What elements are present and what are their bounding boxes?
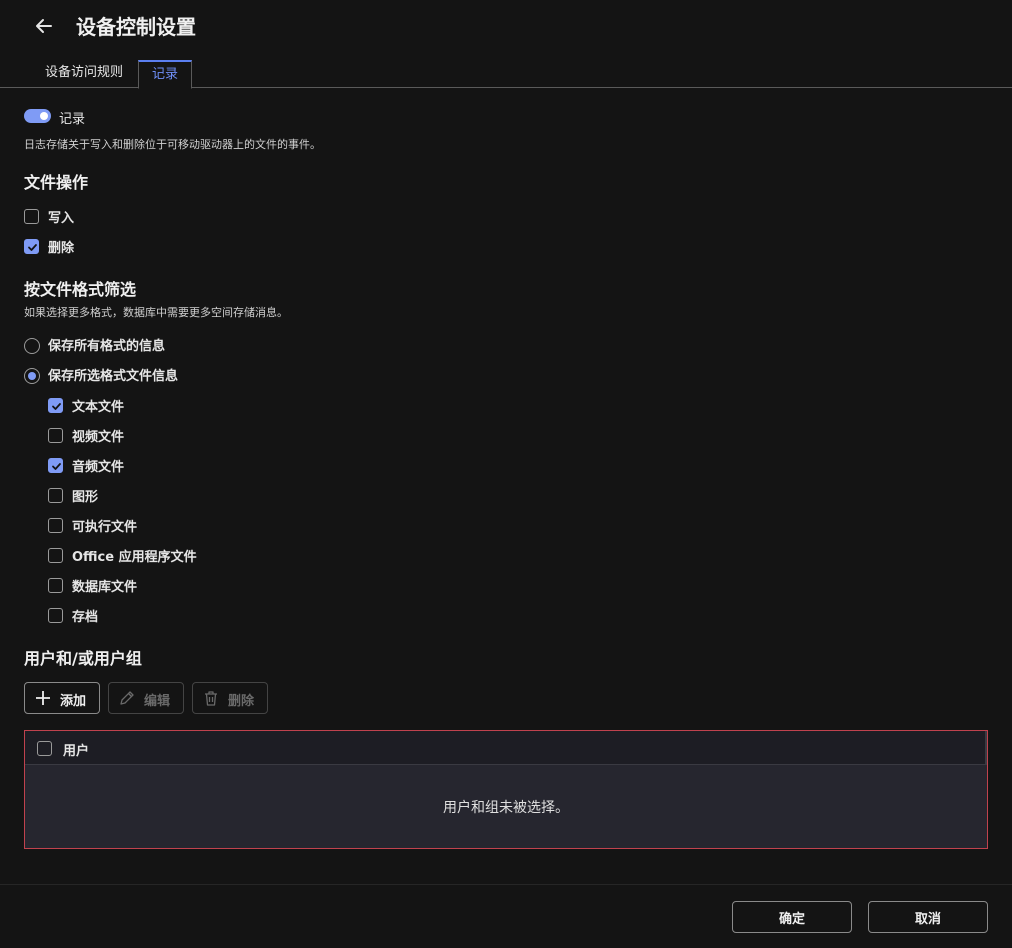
format-video-label: 视频文件 [72, 430, 125, 445]
edit-button-label: 编辑 [144, 694, 171, 709]
write-checkbox[interactable] [24, 209, 39, 224]
save-selected-formats-radio[interactable] [24, 368, 40, 384]
tab-logging[interactable]: 记录 [138, 60, 192, 89]
device-control-settings-page: 设备控制设置 设备访问规则 记录 记录 日志存储关于写入和删除位于可移动驱动器上… [0, 0, 1012, 948]
format-database-checkbox[interactable] [48, 578, 63, 593]
format-database-label: 数据库文件 [72, 580, 138, 595]
delete-button[interactable]: 删除 [192, 682, 268, 714]
format-audio-label: 音频文件 [72, 460, 125, 475]
delete-button-label: 删除 [228, 694, 255, 709]
format-filter-title: 按文件格式筛选 [24, 280, 137, 299]
users-table: 用户 用户和组未被选择。 [24, 730, 988, 849]
save-all-formats-radio[interactable] [24, 338, 40, 354]
format-executable-checkbox[interactable] [48, 518, 63, 533]
dialog-footer: 确定 取消 [0, 884, 1012, 948]
toggle-knob [40, 112, 48, 120]
checkmark-icon [52, 463, 61, 470]
format-archive-checkbox[interactable] [48, 608, 63, 623]
file-operations-title: 文件操作 [24, 173, 89, 192]
tab-bar: 设备访问规则 记录 [0, 60, 1012, 89]
plus-icon [35, 690, 51, 706]
empty-table-message: 用户和组未被选择。 [443, 800, 569, 816]
write-label: 写入 [48, 211, 75, 226]
format-office-label: Office 应用程序文件 [72, 550, 197, 565]
arrow-left-icon[interactable] [32, 14, 56, 38]
save-selected-formats-label: 保存所选格式文件信息 [48, 369, 179, 384]
page-header: 设备控制设置 [0, 0, 1012, 52]
table-scroll-edge [985, 731, 987, 765]
format-graphics-label: 图形 [72, 490, 99, 505]
logging-toggle[interactable] [24, 109, 51, 123]
ok-button[interactable]: 确定 [732, 901, 852, 933]
edit-button[interactable]: 编辑 [108, 682, 184, 714]
format-audio-checkbox[interactable] [48, 458, 63, 473]
save-all-formats-label: 保存所有格式的信息 [48, 339, 166, 354]
format-office-checkbox[interactable] [48, 548, 63, 563]
format-executable-label: 可执行文件 [72, 520, 138, 535]
users-section-title: 用户和/或用户组 [24, 649, 142, 668]
add-button[interactable]: 添加 [24, 682, 100, 714]
column-header-user[interactable]: 用户 [63, 740, 89, 759]
table-header: 用户 [25, 731, 987, 765]
format-graphics-checkbox[interactable] [48, 488, 63, 503]
logging-description: 日志存储关于写入和删除位于可移动驱动器上的文件的事件。 [24, 138, 321, 151]
cancel-button[interactable]: 取消 [868, 901, 988, 933]
delete-label: 删除 [48, 241, 75, 256]
format-text-label: 文本文件 [72, 400, 125, 415]
add-button-label: 添加 [60, 694, 87, 709]
format-filter-description: 如果选择更多格式，数据库中需要更多空间存储消息。 [24, 306, 288, 319]
format-archive-label: 存档 [72, 610, 99, 625]
pencil-icon [119, 690, 135, 706]
delete-checkbox[interactable] [24, 239, 39, 254]
format-video-checkbox[interactable] [48, 428, 63, 443]
checkmark-icon [52, 403, 61, 410]
page-title: 设备控制设置 [76, 15, 196, 39]
logging-toggle-label: 记录 [59, 112, 86, 127]
format-text-checkbox[interactable] [48, 398, 63, 413]
checkmark-icon [28, 244, 37, 251]
tab-device-access-rules[interactable]: 设备访问规则 [45, 60, 123, 88]
trash-icon [203, 690, 219, 706]
select-all-checkbox[interactable] [37, 741, 52, 756]
